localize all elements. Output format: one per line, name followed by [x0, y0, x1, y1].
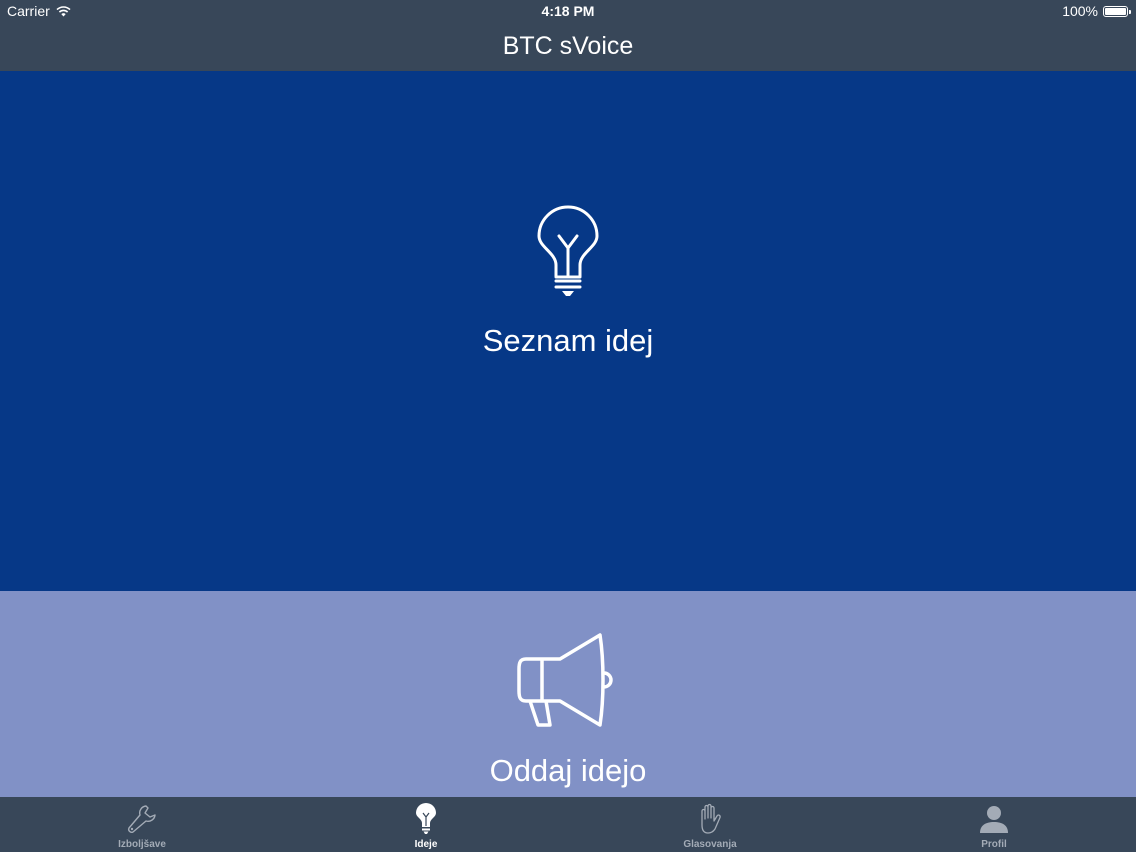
- tab-ideje[interactable]: Ideje: [284, 797, 568, 852]
- status-right: 100%: [1062, 3, 1131, 19]
- battery-percent: 100%: [1062, 3, 1098, 19]
- tab-profil[interactable]: Profil: [852, 797, 1136, 852]
- panel-icon-container: [0, 205, 1136, 299]
- status-bar: Carrier 4:18 PM 100%: [0, 0, 1136, 24]
- submit-idea-label: Oddaj idejo: [489, 753, 647, 788]
- tab-icon-container: [852, 803, 1136, 835]
- person-icon: [980, 806, 1008, 833]
- idea-list-button[interactable]: Seznam idej: [0, 71, 1136, 591]
- wrench-icon: [128, 805, 156, 833]
- tab-label: Profil: [981, 839, 1007, 850]
- tab-icon-container: [568, 803, 852, 835]
- tab-label: Izboljšave: [118, 839, 166, 850]
- lightbulb-icon: [416, 803, 436, 834]
- idea-list-label: Seznam idej: [482, 323, 654, 358]
- tab-glasovanja[interactable]: Glasovanja: [568, 797, 852, 852]
- nav-title: BTC sVoice: [502, 32, 634, 60]
- lightbulb-icon: [537, 205, 599, 296]
- megaphone-icon: [517, 633, 613, 727]
- panel-icon-container: [0, 631, 1136, 729]
- tab-icon-container: [0, 803, 284, 835]
- hand-icon: [701, 803, 721, 834]
- tab-label: Glasovanja: [683, 839, 737, 850]
- submit-idea-button[interactable]: Oddaj idejo: [0, 591, 1136, 797]
- tab-izboljsave[interactable]: Izboljšave: [0, 797, 284, 852]
- navigation-bar: BTC sVoice: [0, 24, 1136, 71]
- tab-bar: Izboljšave Ideje Glasovanja Profil: [0, 797, 1136, 852]
- status-time: 4:18 PM: [541, 3, 595, 19]
- battery-icon: [1103, 5, 1131, 17]
- tab-icon-container: [284, 803, 568, 835]
- tab-label: Ideje: [414, 839, 438, 850]
